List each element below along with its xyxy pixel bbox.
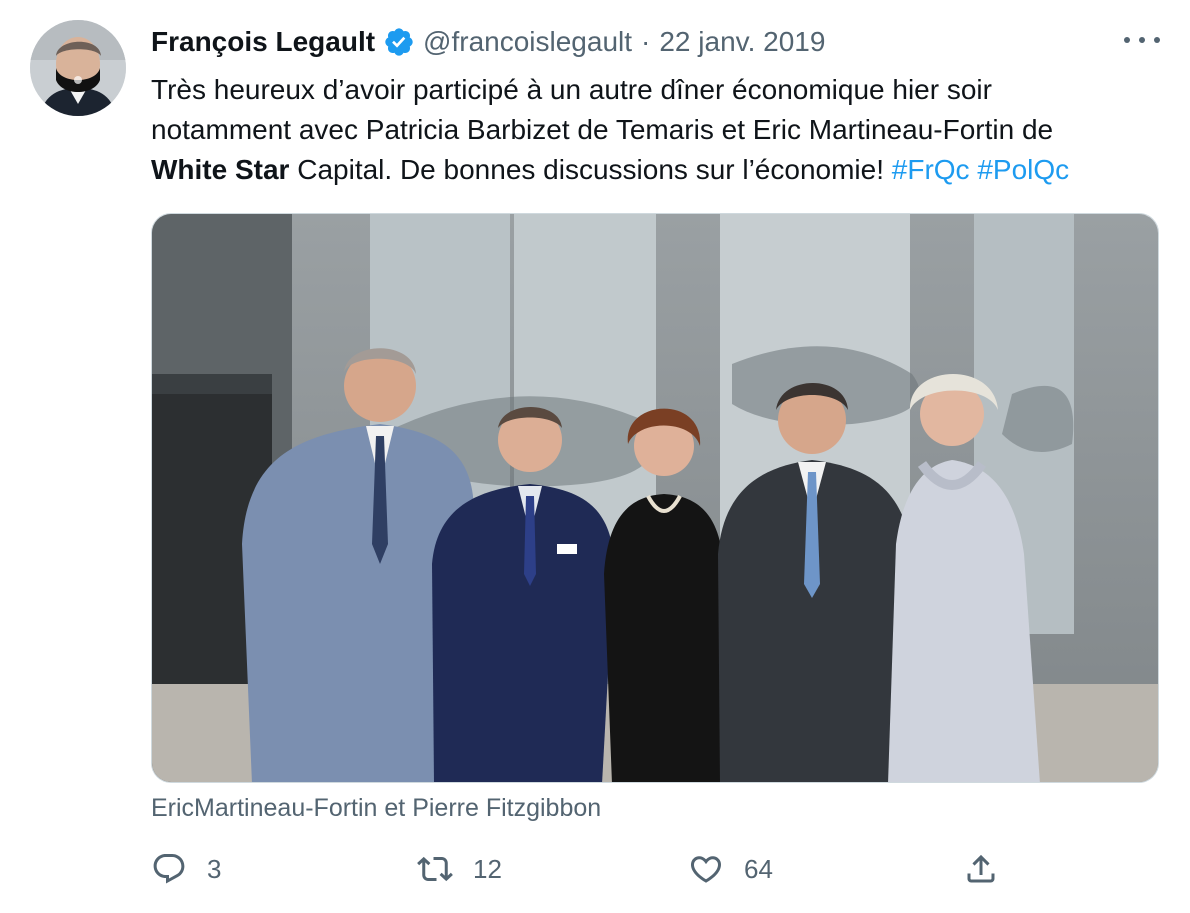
more-icon[interactable] [1124,28,1160,52]
bold-text: White Star [151,154,290,185]
like-count: 64 [744,853,773,884]
group-photo [152,214,1158,782]
author-handle[interactable]: @francoislegault [423,26,632,58]
tweet-text-line: Très heureux d’avoir participé à un autr… [151,74,992,105]
avatar[interactable] [30,20,126,116]
tweet-header: François Legault @francoislegault · 22 j… [151,22,825,62]
tweet-date[interactable]: 22 janv. 2019 [659,26,825,58]
tweet-text-line: notamment avec Patricia Barbizet de Tema… [151,114,1054,145]
retweet-button[interactable]: 12 [417,843,502,895]
tweet-photo[interactable] [151,213,1159,783]
reply-count: 3 [207,853,222,884]
tweet-actions: 3 12 64 [151,843,1001,895]
retweet-icon [417,851,453,887]
reply-button[interactable]: 3 [151,843,221,895]
verified-badge-icon [383,26,415,58]
hashtag-link[interactable]: #FrQc [892,154,970,185]
header-separator: · [641,26,651,57]
hashtag-link[interactable]: #PolQc [977,154,1069,185]
like-icon [688,851,724,887]
author-name[interactable]: François Legault [151,26,375,58]
tweet-text: Très heureux d’avoir participé à un autr… [151,70,1161,190]
tweet-text-line: White Star Capital. De bonnes discussion… [151,150,1161,190]
reply-icon [151,851,187,887]
share-button[interactable] [963,843,999,895]
avatar-image [30,20,126,116]
tweet-text-segment: Capital. De bonnes discussions sur l’éco… [289,154,892,185]
retweet-count: 12 [473,853,502,884]
like-button[interactable]: 64 [688,843,773,895]
share-icon [963,851,999,887]
photo-tag-caption[interactable]: EricMartineau-Fortin et Pierre Fitzgibbo… [151,794,601,823]
